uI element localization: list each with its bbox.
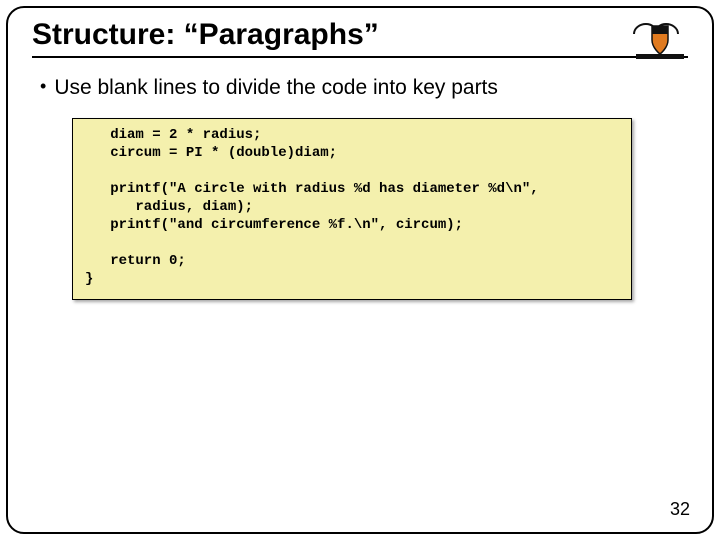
slide-content: • Use blank lines to divide the code into… [8,64,712,300]
slide-header: Structure: “Paragraphs” [8,8,712,64]
page-number: 32 [670,499,690,520]
title-divider [32,56,688,58]
princeton-logo [630,18,690,62]
slide-title: Structure: “Paragraphs” [32,18,688,52]
slide-frame: Structure: “Paragraphs” • Use blank lines… [6,6,714,534]
code-block: diam = 2 * radius; circum = PI * (double… [72,118,632,299]
bullet-text: Use blank lines to divide the code into … [54,76,498,99]
bullet-item: • Use blank lines to divide the code into… [36,74,684,102]
shield-chief-icon [652,26,668,34]
bullet-dot-icon: • [40,74,46,98]
banner-icon [636,54,684,59]
